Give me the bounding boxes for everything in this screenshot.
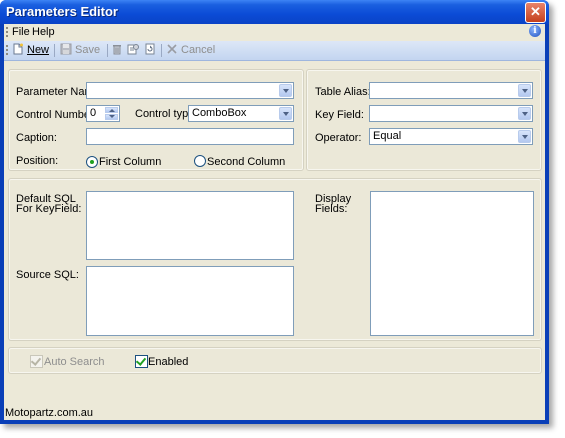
key-field-label: Key Field: xyxy=(315,109,364,121)
enabled-label: Enabled xyxy=(148,356,189,368)
default-sql-textarea[interactable] xyxy=(86,191,294,260)
auto-search-label: Auto Search xyxy=(44,356,105,368)
cancel-button[interactable]: Cancel xyxy=(166,43,215,58)
parameter-name-combo[interactable] xyxy=(86,82,294,99)
position-label: Position: xyxy=(16,155,59,167)
control-number-label: Control Number: xyxy=(16,109,97,121)
toolbar-grip-icon xyxy=(6,45,10,55)
save-button[interactable]: Save xyxy=(60,43,100,58)
control-number-value: 0 xyxy=(90,107,97,119)
second-column-label: Second Column xyxy=(207,156,286,168)
title-bar[interactable]: Parameters Editor ✕ xyxy=(0,0,549,24)
window-title: Parameters Editor xyxy=(6,4,118,19)
chevron-down-icon[interactable] xyxy=(518,107,531,120)
chevron-down-icon[interactable] xyxy=(279,107,292,120)
chevron-down-icon[interactable] xyxy=(518,130,531,143)
default-sql-label-line-2: For KeyField: xyxy=(16,203,82,215)
table-alias-label: Table Alias: xyxy=(315,86,371,98)
status-text: Motopartz.com.au xyxy=(5,407,94,419)
delete-button[interactable] xyxy=(111,43,126,58)
control-type-combo[interactable]: ComboBox xyxy=(188,105,294,122)
save-icon xyxy=(60,43,72,55)
window-client-area: File Help i New Save Cancel Parameter Na… xyxy=(4,24,545,420)
menu-grip-icon xyxy=(6,27,10,37)
operator-value: Equal xyxy=(373,130,402,142)
operator-label: Operator: xyxy=(315,132,362,144)
first-column-label: First Column xyxy=(99,156,162,168)
trash-icon xyxy=(113,45,121,55)
toolbar: New Save Cancel xyxy=(4,41,545,61)
source-sql-label: Source SQL: xyxy=(16,269,79,281)
document-refresh-icon xyxy=(145,43,155,55)
source-sql-textarea[interactable] xyxy=(86,266,294,336)
alias-panel: Table Alias: Key Field: Operator: Equal xyxy=(306,69,542,171)
caption-label: Caption: xyxy=(16,132,57,144)
first-column-radio[interactable] xyxy=(86,156,98,168)
edit-properties-icon xyxy=(127,44,139,55)
save-button-label: Save xyxy=(75,44,101,56)
second-column-radio[interactable] xyxy=(194,155,206,167)
spin-down-icon[interactable] xyxy=(105,114,118,120)
cancel-x-icon xyxy=(167,44,177,54)
menu-help[interactable]: Help xyxy=(32,26,55,38)
toolbar-separator xyxy=(161,44,162,57)
new-button[interactable]: New xyxy=(12,43,49,58)
control-type-value: ComboBox xyxy=(192,107,247,119)
display-fields-label-line-2: Fields: xyxy=(315,203,348,215)
toolbar-separator xyxy=(54,44,55,57)
display-fields-listbox[interactable] xyxy=(370,191,534,336)
key-field-combo[interactable] xyxy=(369,105,533,122)
menu-bar: File Help i xyxy=(4,24,545,40)
caption-input[interactable] xyxy=(86,128,294,145)
edit-button[interactable] xyxy=(127,43,142,58)
operator-combo[interactable]: Equal xyxy=(369,128,533,145)
status-bar: Motopartz.com.au xyxy=(4,406,545,420)
menu-file[interactable]: File xyxy=(12,26,30,38)
auto-search-checkbox[interactable] xyxy=(30,355,43,368)
spin-up-icon[interactable] xyxy=(105,107,118,113)
enabled-checkbox[interactable] xyxy=(135,355,148,368)
control-number-stepper[interactable]: 0 xyxy=(86,105,120,122)
options-panel: Auto Search Enabled xyxy=(8,347,542,374)
chevron-down-icon[interactable] xyxy=(279,84,292,97)
new-button-label: New xyxy=(27,44,50,56)
checkmark-icon xyxy=(135,355,147,366)
new-document-icon xyxy=(13,43,23,55)
cancel-button-label: Cancel xyxy=(181,44,216,56)
checkmark-icon xyxy=(30,355,42,366)
parameter-panel: Parameter Name: Control Number: 0 Contro… xyxy=(8,69,304,171)
chevron-down-icon[interactable] xyxy=(518,84,531,97)
refresh-button[interactable] xyxy=(144,43,159,58)
table-alias-combo[interactable] xyxy=(369,82,533,99)
parameters-editor-window: Parameters Editor ✕ File Help i New Save xyxy=(0,0,549,424)
toolbar-separator xyxy=(107,44,108,57)
close-button[interactable]: ✕ xyxy=(525,2,546,23)
info-icon[interactable]: i xyxy=(529,25,541,37)
sql-panel: Default SQL For KeyField: Source SQL: Di… xyxy=(8,178,542,341)
